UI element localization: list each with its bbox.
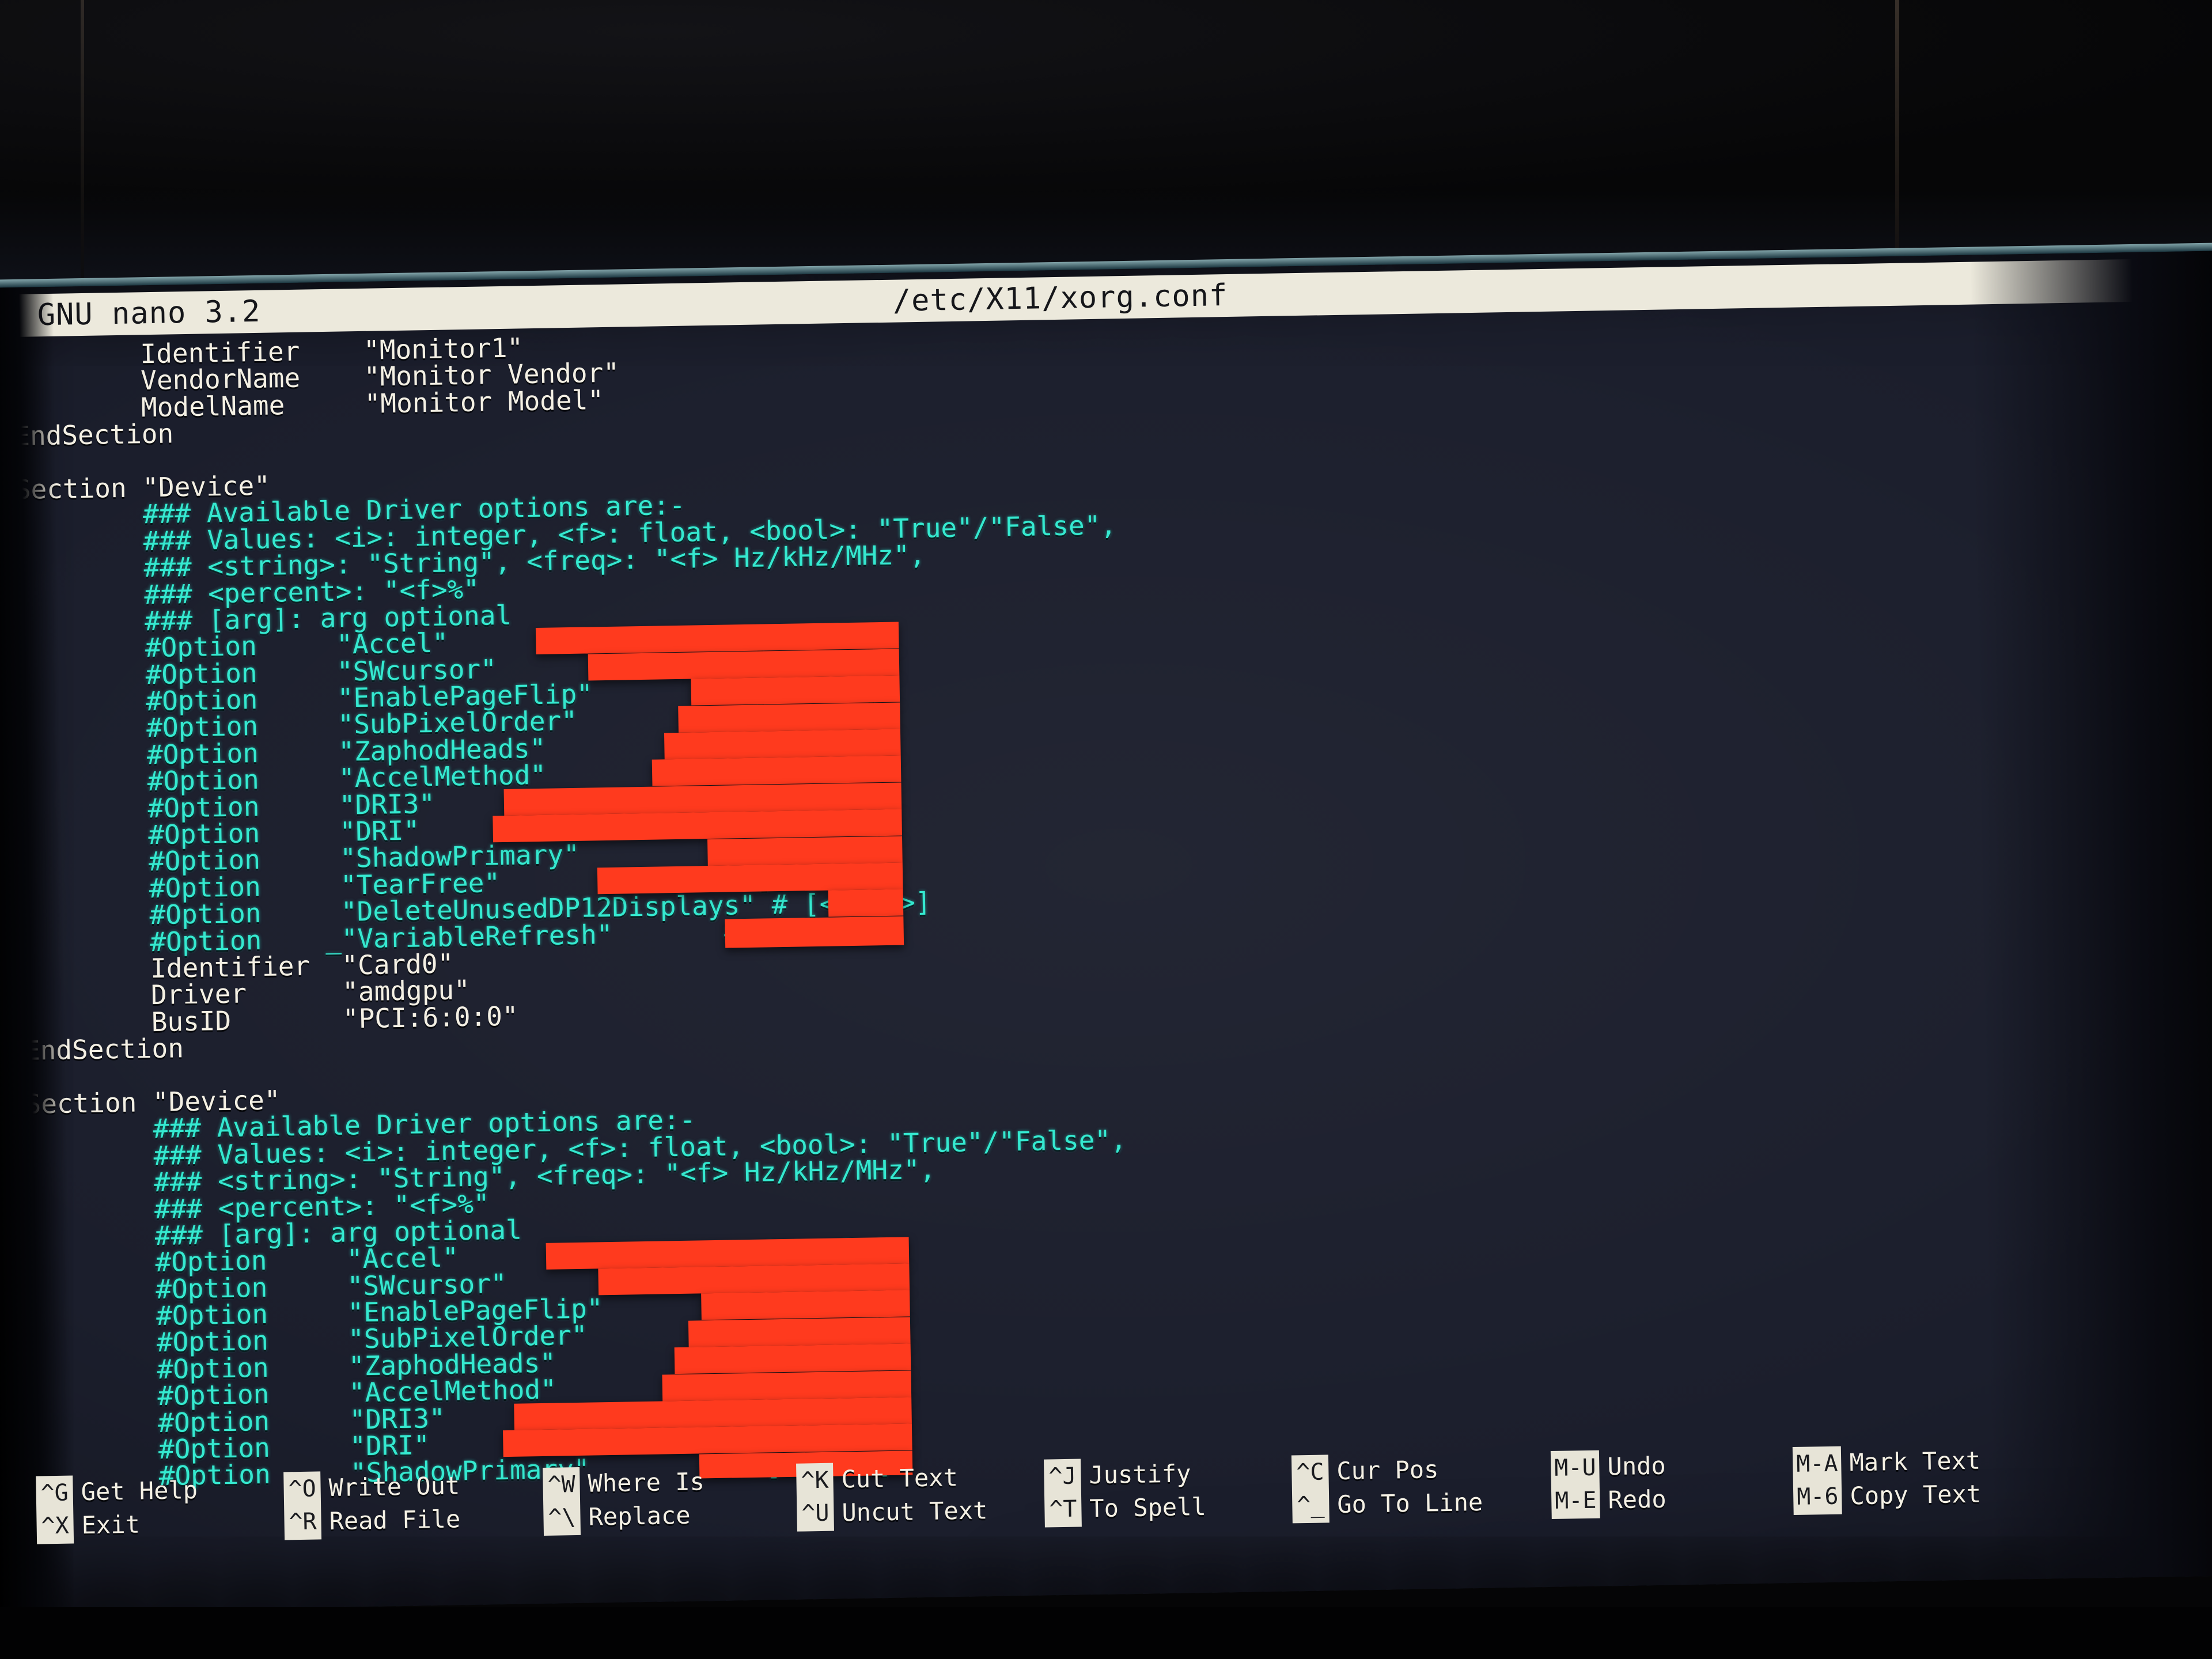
shortcut-key: ^\ (548, 1504, 576, 1531)
shortcut-key-badge: ^C ^_ (1291, 1455, 1330, 1524)
shortcut-write-out[interactable]: ^O ^R Write Out Read File (283, 1468, 544, 1540)
editor-text-area[interactable]: Identifier "Monitor1" VendorName "Monito… (0, 306, 2212, 1536)
shortcut-label[interactable]: Uncut Text (842, 1494, 988, 1529)
shortcut-key: ^_ (1296, 1491, 1325, 1519)
screen-corruption-block (678, 702, 900, 733)
shortcut-label[interactable]: To Spell (1089, 1490, 1206, 1525)
screen-corruption-block (674, 1343, 911, 1374)
shortcut-key: ^U (801, 1499, 830, 1527)
shortcut-key: ^K (801, 1467, 829, 1494)
shortcut-label[interactable]: Cut Text (841, 1460, 987, 1496)
shortcut-undo[interactable]: M-U M-E Undo Redo (1550, 1447, 1794, 1519)
terminal-screen: GNU nano 3.2 /etc/X11/xorg.conf Identifi… (0, 242, 2212, 1613)
screen-corruption-block (597, 862, 903, 895)
photo-bottom-edge (0, 1607, 2212, 1659)
shortcut-labels: Justify To Spell (1089, 1457, 1206, 1525)
shortcut-labels: Write Out Read File (328, 1469, 460, 1538)
shortcut-key: ^X (41, 1512, 70, 1540)
bezel-edge-left (81, 0, 84, 288)
shortcut-key-badge: ^O ^R (283, 1471, 322, 1540)
panel-shadow-right (1969, 250, 2212, 1580)
shortcut-key: M-6 (1796, 1483, 1839, 1510)
shortcut-justify[interactable]: ^J ^T Justify To Spell (1043, 1455, 1293, 1528)
shortcut-key: M-A (1796, 1450, 1838, 1478)
shortcut-key: M-E (1554, 1487, 1597, 1514)
screen-corruption-block (598, 1263, 910, 1296)
screen-corruption-block (828, 889, 904, 918)
screen-corruption-block (688, 1317, 911, 1347)
screen-corruption-block (588, 649, 900, 681)
shortcut-labels: Cut Text Uncut Text (841, 1460, 988, 1529)
screen-corruption-block (691, 675, 900, 706)
shortcut-get-help[interactable]: ^G ^X Get Help Exit (36, 1472, 285, 1544)
shortcut-key-badge: M-A M-6 (1792, 1446, 1842, 1516)
screen-corruption-block (662, 1370, 912, 1402)
shortcut-key: ^R (289, 1508, 317, 1536)
screen-corruption-block (701, 1290, 910, 1320)
shortcut-label[interactable]: Read File (329, 1502, 461, 1538)
shortcut-cut-text[interactable]: ^K ^U Cut Text Uncut Text (796, 1460, 1045, 1532)
shortcut-label[interactable]: Go To Line (1337, 1486, 1483, 1521)
screen-corruption-block (707, 836, 903, 866)
screen-corruption-block (725, 916, 904, 948)
shortcut-key-badge: ^K ^U (796, 1463, 834, 1532)
shortcut-cur-pos[interactable]: ^C ^_ Cur Pos Go To Line (1291, 1451, 1552, 1524)
shortcut-mark-text[interactable]: M-A M-6 Mark Text Copy Text (1792, 1443, 2036, 1516)
shortcut-label[interactable]: Justify (1089, 1457, 1206, 1492)
shortcut-key: ^G (40, 1479, 69, 1507)
monitor-photo-scene: GNU nano 3.2 /etc/X11/xorg.conf Identifi… (0, 0, 2212, 1659)
shortcut-where-is[interactable]: ^W ^\ Where Is Replace (543, 1464, 797, 1536)
shortcut-labels: Where Is Replace (588, 1465, 705, 1533)
shortcut-label[interactable]: Get Help (81, 1474, 198, 1509)
shortcut-label[interactable]: Undo (1607, 1449, 1666, 1484)
shortcut-key: ^O (288, 1475, 317, 1503)
shortcut-key-badge: M-U M-E (1550, 1450, 1601, 1519)
shortcut-labels: Get Help Exit (81, 1474, 198, 1542)
shortcut-labels: Mark Text Copy Text (1849, 1444, 1981, 1513)
shortcut-label[interactable]: Where Is (588, 1465, 704, 1500)
shortcut-key-badge: ^W ^\ (543, 1467, 581, 1536)
shortcut-label[interactable]: Replace (588, 1498, 705, 1533)
shortcut-labels: Undo Redo (1607, 1449, 1666, 1517)
shortcut-label[interactable]: Cur Pos (1336, 1452, 1483, 1488)
shortcut-label[interactable]: Exit (81, 1507, 198, 1542)
screen-corruption-block (664, 729, 901, 760)
shortcut-key-badge: ^G ^X (36, 1475, 74, 1544)
shortcut-key-badge: ^J ^T (1043, 1459, 1082, 1528)
shortcut-key: M-U (1554, 1454, 1596, 1482)
shortcut-label[interactable]: Redo (1608, 1483, 1666, 1517)
shortcut-key: ^W (547, 1471, 576, 1498)
shortcut-labels: Cur Pos Go To Line (1336, 1452, 1483, 1521)
screen-corruption-block (652, 755, 902, 787)
shortcut-label[interactable]: Mark Text (1849, 1444, 1981, 1480)
shortcut-key: ^T (1048, 1495, 1077, 1523)
shortcut-label[interactable]: Write Out (328, 1469, 460, 1505)
shortcut-key: ^C (1296, 1459, 1324, 1486)
shortcut-label[interactable]: Copy Text (1850, 1478, 1982, 1513)
shortcut-key: ^J (1048, 1463, 1077, 1490)
